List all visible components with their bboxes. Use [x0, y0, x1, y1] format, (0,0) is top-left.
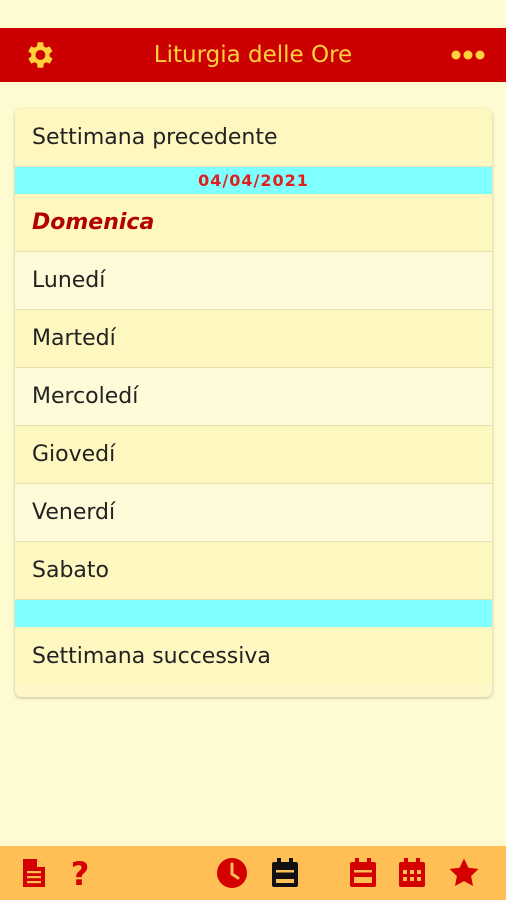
day-label: Venerdí: [32, 500, 116, 525]
app-title: Liturgia delle Ore: [153, 42, 353, 68]
day-label: Lunedí: [32, 268, 106, 293]
more-dots-icon[interactable]: [450, 40, 486, 70]
gear-icon[interactable]: [22, 38, 56, 72]
day-label: Mercoledí: [32, 384, 139, 409]
help-icon[interactable]: ?: [64, 857, 96, 889]
day-item-venerdi[interactable]: Venerdí: [15, 484, 492, 542]
day-item-mercoledi[interactable]: Mercoledí: [15, 368, 492, 426]
day-item-lunedi[interactable]: Lunedí: [15, 252, 492, 310]
week-date-bar: 04/04/2021: [15, 167, 492, 194]
next-week-button[interactable]: Settimana successiva: [15, 627, 492, 685]
app-header: Liturgia delle Ore: [0, 28, 506, 82]
day-label: Martedí: [32, 326, 116, 351]
bottom-toolbar: ?: [0, 846, 506, 900]
day-item-giovedi[interactable]: Giovedí: [15, 426, 492, 484]
document-icon[interactable]: [18, 857, 50, 889]
day-item-domenica[interactable]: Domenica: [15, 194, 492, 252]
divider-bar: [15, 600, 492, 627]
calendar-week-icon[interactable]: [347, 857, 379, 889]
previous-week-button[interactable]: Settimana precedente: [15, 109, 492, 167]
svg-text:?: ?: [71, 857, 90, 889]
calendar-day-icon[interactable]: [269, 857, 301, 889]
clock-icon[interactable]: [216, 857, 248, 889]
day-label: Sabato: [32, 558, 109, 583]
status-bar: [0, 0, 506, 28]
calendar-month-icon[interactable]: [396, 857, 428, 889]
day-item-martedi[interactable]: Martedí: [15, 310, 492, 368]
day-label: Giovedí: [32, 442, 116, 467]
day-label: Domenica: [32, 210, 155, 235]
week-card: Settimana precedente 04/04/2021 Domenica…: [15, 109, 492, 697]
previous-week-label: Settimana precedente: [32, 125, 278, 150]
week-date: 04/04/2021: [198, 171, 309, 190]
next-week-label: Settimana successiva: [32, 643, 271, 669]
day-item-sabato[interactable]: Sabato: [15, 542, 492, 600]
star-icon[interactable]: [448, 857, 480, 889]
